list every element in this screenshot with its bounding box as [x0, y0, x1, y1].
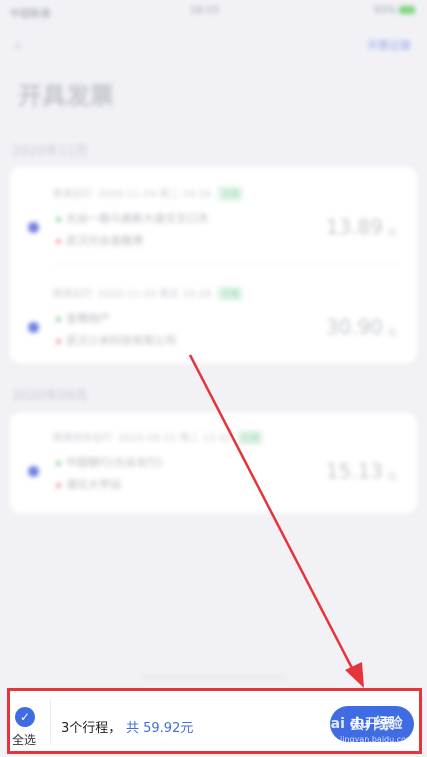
- status-bar: 中国联通 16:15 93%: [0, 0, 427, 20]
- month-label: 2020年11月: [12, 144, 88, 159]
- trip-row[interactable]: 滴滴出行 2020-11-20 周五 10:28 已完 金隅地产 武汉小米科技有限公…: [10, 275, 417, 365]
- trip-origin: 光谷一路与高新大道交叉口东: [56, 210, 209, 226]
- watermark-url: jingyan.baidu.com: [340, 735, 414, 744]
- arrow-line: [188, 354, 356, 673]
- battery-indicator: 93%: [374, 5, 415, 16]
- trip-card: 滴滴快车出行 2020-09-22 周二 12:42 已完 中国银行(光谷支行) 湖…: [10, 413, 417, 513]
- origin-dot-icon: [56, 316, 61, 322]
- check-circle-icon[interactable]: ✓: [15, 707, 35, 727]
- trip-count: 3个行程，: [61, 721, 122, 736]
- trip-header: 滴滴出行 2020-11-20 周五 10:28 已完: [52, 285, 244, 301]
- trip-unit: 元: [387, 228, 397, 239]
- trip-destination: 武汉小米科技有限公司: [56, 332, 176, 348]
- trip-origin: 金隅地产: [56, 310, 110, 326]
- trip-unit: 元: [387, 472, 397, 483]
- chevron-left-icon[interactable]: ‹: [14, 33, 22, 57]
- destination-dot-icon: [56, 482, 61, 488]
- trip-amount: 13.89: [325, 215, 383, 239]
- select-all-toggle[interactable]: ✓ 全选: [8, 689, 46, 753]
- trip-destination: 武汉光谷金融港: [56, 232, 143, 248]
- trip-amount: 15.13: [325, 459, 383, 483]
- home-indicator: [142, 675, 285, 679]
- trip-header: 滴滴快车出行 2020-09-22 周二 12:42 已完: [52, 429, 264, 445]
- trip-row[interactable]: 滴滴快车出行 2020-09-22 周二 12:42 已完 中国银行(光谷支行) 湖…: [10, 419, 417, 509]
- select-all-label: 全选: [12, 733, 37, 747]
- trip-amount: 30.90: [325, 315, 383, 339]
- trip-row[interactable]: 滴滴出行 2020-11-24 周二 14:16 已完 光谷一路与高新大道交叉口东 …: [10, 175, 417, 265]
- trip-check-icon[interactable]: [28, 222, 39, 233]
- carrier: 中国联通: [10, 9, 50, 20]
- trip-check-icon[interactable]: [28, 322, 39, 333]
- divider: [52, 264, 403, 265]
- page-title: 开具发票: [18, 82, 114, 110]
- destination-dot-icon: [56, 238, 61, 244]
- total-amount: 共 59.92元: [126, 721, 194, 736]
- annotation-arrow: [188, 354, 364, 688]
- origin-dot-icon: [56, 216, 61, 222]
- trip-header: 滴滴出行 2020-11-24 周二 14:16 已完: [52, 185, 244, 201]
- trip-card: 滴滴出行 2020-11-24 周二 14:16 已完 光谷一路与高新大道交叉口东 …: [10, 167, 417, 363]
- battery-icon: [399, 6, 415, 14]
- clock: 16:15: [190, 5, 219, 16]
- origin-dot-icon: [56, 460, 61, 466]
- divider: [50, 699, 51, 743]
- arrow-head: [345, 662, 364, 688]
- destination-dot-icon: [56, 338, 61, 344]
- trip-unit: 元: [387, 328, 397, 339]
- trip-check-icon[interactable]: [28, 466, 39, 477]
- watermark-brand: Bai du 经验: [320, 716, 403, 732]
- invoice-history-link[interactable]: 开票记录: [367, 37, 411, 53]
- trip-origin: 中国银行(光谷支行): [56, 454, 163, 470]
- month-label: 2020年09月: [12, 389, 88, 404]
- trip-destination: 湖北大学站: [56, 476, 121, 492]
